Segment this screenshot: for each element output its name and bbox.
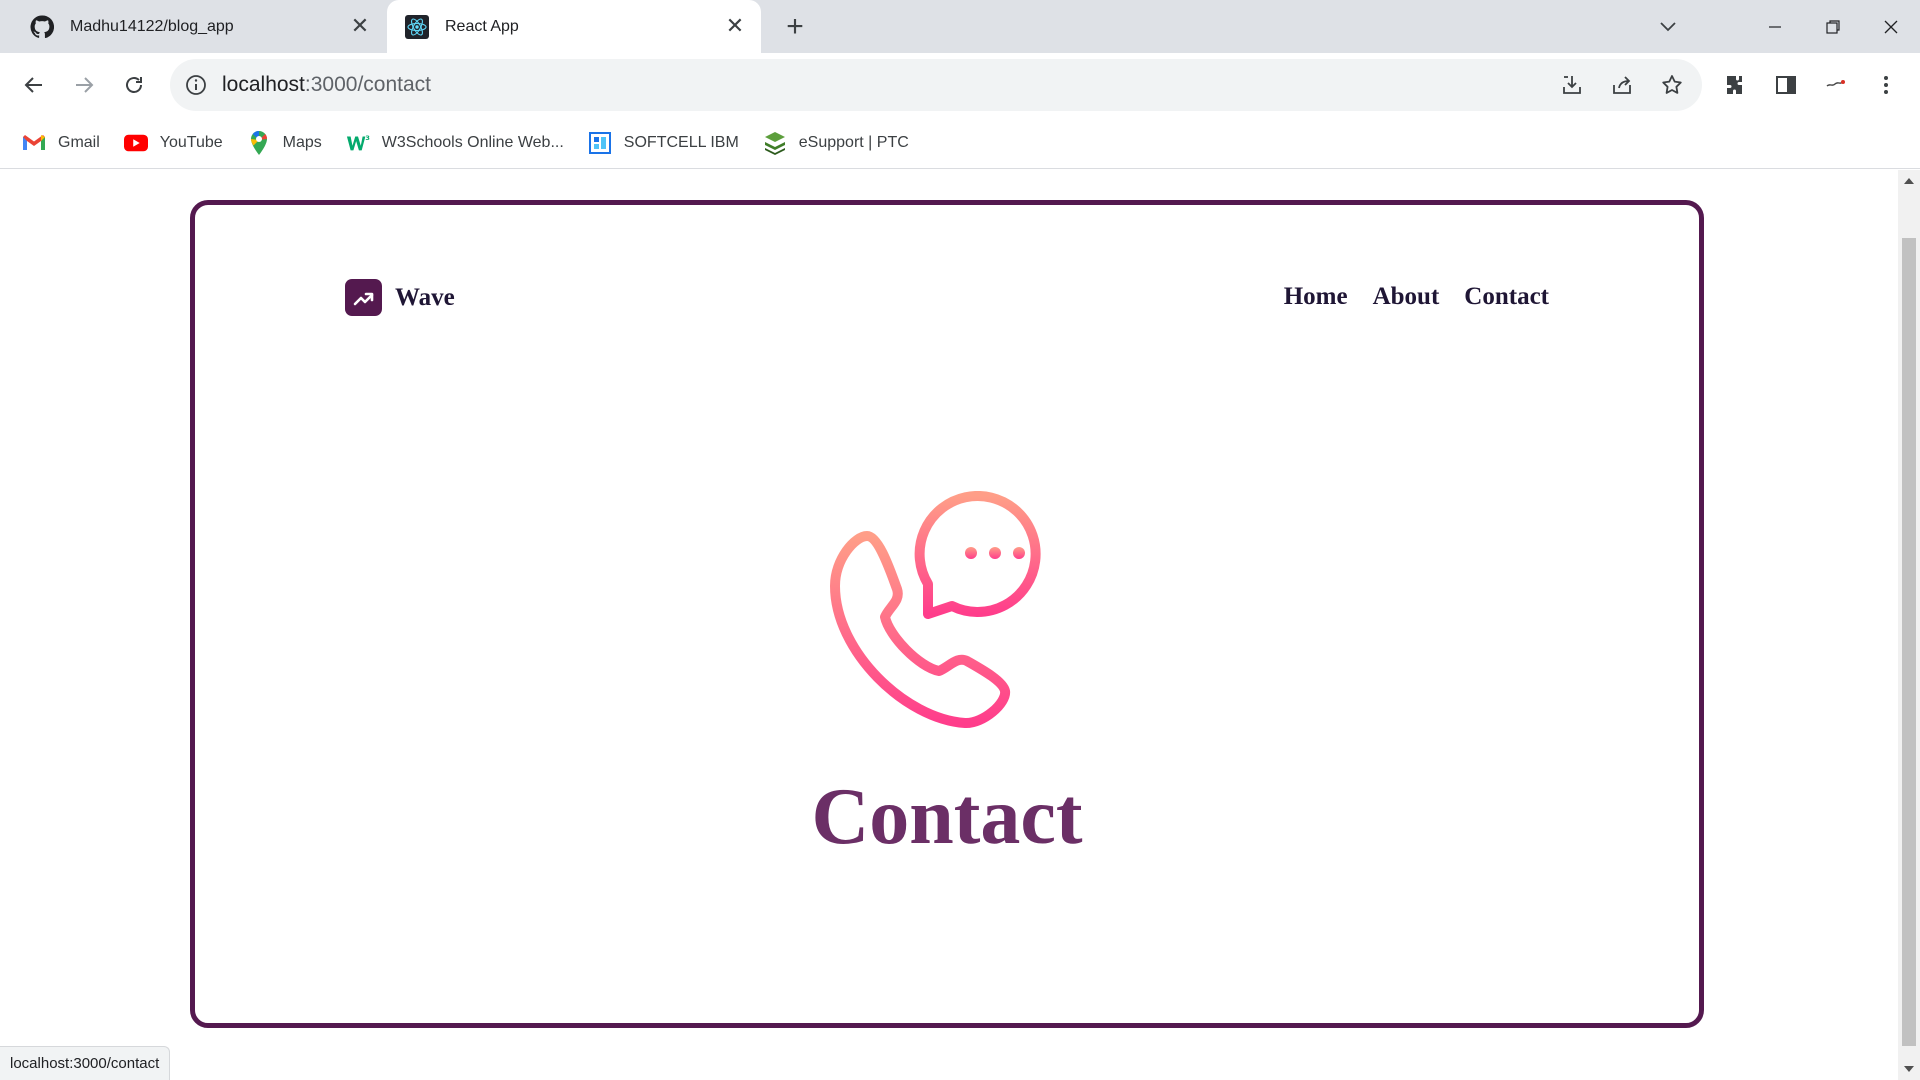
page-title: Contact: [811, 773, 1083, 861]
bookmark-star-icon[interactable]: [1654, 67, 1690, 103]
softcell-icon: [588, 131, 612, 155]
vertical-scrollbar[interactable]: [1898, 170, 1920, 1080]
forward-icon[interactable]: [64, 65, 104, 105]
url-host: localhost: [222, 73, 305, 96]
bookmark-ptc[interactable]: eSupport | PTC: [761, 125, 917, 161]
status-bar: localhost:3000/contact: [0, 1046, 171, 1080]
address-bar[interactable]: localhost:3000/contact: [170, 59, 1702, 111]
url-path: :3000/contact: [304, 73, 431, 96]
scroll-up-icon[interactable]: [1898, 170, 1920, 192]
nav-contact[interactable]: Contact: [1464, 283, 1549, 311]
close-icon[interactable]: ✕: [348, 13, 372, 38]
extensions-icon[interactable]: [1716, 65, 1756, 105]
gmail-icon: [22, 131, 46, 155]
youtube-icon: [123, 131, 148, 155]
window-controls: [1746, 0, 1920, 53]
reload-icon[interactable]: [114, 65, 154, 105]
url-text: localhost:3000/contact: [222, 73, 431, 97]
site-info-icon[interactable]: [184, 73, 208, 97]
brand-name: Wave: [395, 283, 455, 311]
tab-search-icon[interactable]: [1648, 12, 1688, 42]
tab-github[interactable]: Madhu14122/blog_app ✕: [0, 0, 386, 53]
browser-toolbar: localhost:3000/contact: [0, 53, 1920, 117]
page-viewport: Wave Home About Contact Contact: [0, 170, 1898, 1080]
profile-avatar-icon[interactable]: [1816, 65, 1856, 105]
main-nav: Home About Contact: [1259, 283, 1549, 311]
scrollbar-thumb[interactable]: [1902, 238, 1916, 1046]
tab-title: Madhu14122/blog_app: [70, 17, 234, 35]
bookmark-youtube[interactable]: YouTube: [122, 125, 231, 161]
page-card: Wave Home About Contact Contact: [190, 200, 1704, 1028]
menu-icon[interactable]: [1866, 65, 1906, 105]
scroll-down-icon[interactable]: [1898, 1058, 1920, 1080]
new-tab-icon[interactable]: +: [780, 10, 810, 43]
restore-icon[interactable]: [1804, 0, 1862, 53]
phone-chat-icon: [825, 491, 1075, 741]
close-icon[interactable]: ✕: [723, 13, 747, 38]
bookmarks-bar: Gmail YouTube Maps 3 W3Schools Online We…: [0, 117, 1920, 169]
w3schools-icon: 3: [346, 131, 370, 155]
bookmark-maps[interactable]: Maps: [245, 125, 330, 161]
react-icon: [405, 14, 429, 39]
bookmark-gmail[interactable]: Gmail: [20, 125, 108, 161]
brand[interactable]: Wave: [345, 279, 455, 316]
back-icon[interactable]: [14, 65, 54, 105]
ptc-icon: [763, 131, 787, 155]
trending-up-icon: [345, 279, 382, 316]
svg-text:3: 3: [365, 134, 370, 142]
tab-react-app[interactable]: React App ✕: [387, 0, 761, 53]
github-icon: [30, 14, 54, 39]
install-app-icon[interactable]: [1554, 67, 1590, 103]
share-icon[interactable]: [1604, 67, 1640, 103]
tab-title: React App: [445, 17, 519, 35]
nav-about[interactable]: About: [1373, 283, 1440, 311]
minimize-icon[interactable]: [1746, 0, 1804, 53]
side-panel-icon[interactable]: [1766, 65, 1806, 105]
close-window-icon[interactable]: [1862, 0, 1920, 53]
nav-home[interactable]: Home: [1284, 283, 1348, 311]
bookmark-w3schools[interactable]: 3 W3Schools Online Web...: [344, 125, 572, 161]
maps-icon: [247, 130, 271, 155]
tab-strip: Madhu14122/blog_app ✕ React App ✕ +: [0, 0, 1920, 53]
bookmark-softcell[interactable]: SOFTCELL IBM: [586, 125, 747, 161]
